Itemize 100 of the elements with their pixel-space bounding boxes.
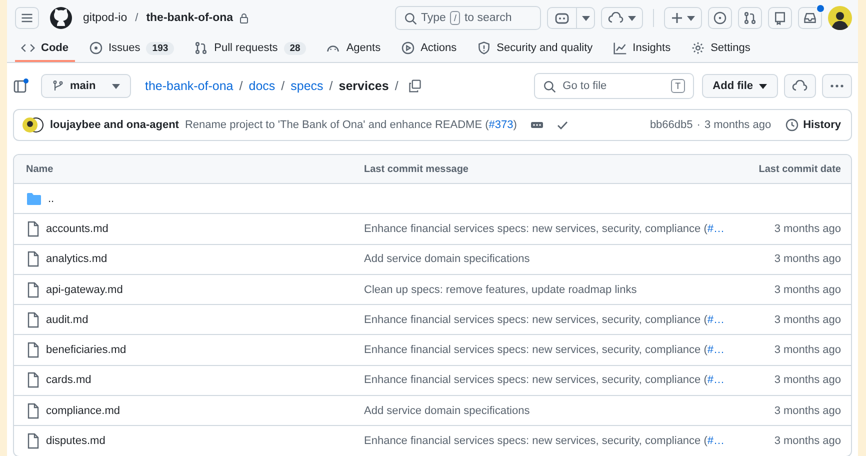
codespaces-button[interactable] (601, 7, 643, 29)
keyboard-shortcut: T (671, 79, 685, 93)
commit-message[interactable]: Add service domain specifications (364, 253, 530, 266)
file-icon (26, 312, 40, 328)
history-button[interactable]: History (785, 118, 841, 132)
book-icon (773, 11, 787, 25)
copilot-button[interactable] (547, 7, 577, 29)
file-icon (26, 372, 40, 388)
go-to-file-field[interactable]: Go to file T (534, 73, 694, 99)
breadcrumb-link[interactable]: the-bank-of-ona (145, 79, 234, 93)
play-icon (400, 41, 415, 55)
repo-tab[interactable]: Issues 193 (82, 36, 180, 62)
commit-date: 3 months ago (774, 374, 841, 386)
file-name[interactable]: api-gateway.md (46, 284, 123, 296)
pull-request-link[interactable]: #… (707, 314, 725, 326)
file-name[interactable]: .. (48, 192, 54, 205)
cloud-icon (608, 12, 624, 24)
commit-date: 3 months ago (774, 344, 841, 356)
file-name[interactable]: accounts.md (46, 222, 108, 235)
search-icon (542, 80, 556, 92)
issues-button[interactable] (708, 7, 732, 29)
menu-button[interactable] (15, 7, 39, 29)
path-separator: / (394, 79, 398, 93)
gear-icon (690, 41, 705, 55)
avatar-pair (22, 117, 44, 133)
breadcrumb-link[interactable]: docs (248, 79, 276, 93)
add-file-button[interactable]: Add file (702, 74, 778, 98)
file-name[interactable]: compliance.md (46, 404, 120, 417)
pull-request-link[interactable]: #… (707, 344, 725, 356)
commit-message: Rename project to 'The Bank of Ona' and enhance README (#373) (184, 119, 517, 131)
plus-icon (671, 12, 683, 24)
path-separator: / (239, 79, 243, 93)
file-icon (26, 402, 40, 419)
commit-date: 3 months ago (774, 435, 841, 448)
pull-request-link[interactable]: #… (707, 374, 725, 386)
breadcrumb-link[interactable]: specs (290, 79, 324, 93)
branch-button[interactable]: main (41, 74, 131, 98)
avatar[interactable] (828, 6, 852, 30)
keyboard-shortcut: / (450, 11, 460, 25)
pull-requests-button[interactable] (738, 7, 762, 29)
file-icon (26, 433, 40, 450)
commit-message[interactable]: Enhance financial services specs: new services, security, compliance (#… (364, 435, 725, 448)
commit-message[interactable]: Add service domain specifications (364, 404, 530, 417)
commit-message[interactable]: Clean up specs: remove features, update roadmap links (364, 284, 637, 296)
pull-request-link[interactable]: #… (707, 435, 725, 448)
search-field[interactable]: Type / to search (395, 6, 541, 30)
commit-authors[interactable]: loujaybee and ona-agent (50, 119, 179, 131)
cloud-icon (792, 80, 808, 92)
create-button[interactable] (664, 7, 702, 29)
file-name[interactable]: audit.md (46, 314, 88, 326)
file-icon (26, 251, 40, 268)
pull-request-link[interactable]: #373 (488, 119, 514, 131)
file-name[interactable]: disputes.md (46, 435, 106, 448)
repo-tab[interactable]: Settings (684, 36, 756, 62)
dropdown-button[interactable] (577, 7, 595, 29)
shield-icon (476, 41, 491, 55)
file-name[interactable]: analytics.md (46, 253, 108, 266)
commit-age: 3 months ago (704, 119, 772, 131)
graph-icon (612, 41, 627, 55)
commit-message[interactable]: Enhance financial services specs: new services, security, compliance (#… (364, 374, 725, 386)
caret-icon (112, 84, 120, 88)
pull-request-link[interactable]: #… (707, 222, 725, 235)
separator-dot: · (696, 119, 700, 131)
commit-message[interactable]: Enhance financial services specs: new services, security, compliance (#… (364, 222, 725, 235)
menu-icon (20, 11, 34, 25)
upload-button[interactable] (784, 74, 816, 98)
file-name[interactable]: beneficiaries.md (46, 344, 126, 356)
caret-icon (687, 16, 695, 20)
commit-message[interactable]: Enhance financial services specs: new services, security, compliance (#… (364, 344, 725, 356)
caret-icon (628, 16, 636, 20)
issue-icon (88, 41, 102, 55)
commit-date: 3 months ago (774, 404, 841, 417)
folder-icon (26, 192, 42, 206)
repo-tab[interactable]: Security and quality (470, 36, 599, 62)
path-separator: / (329, 79, 333, 93)
search-icon (404, 12, 417, 24)
inbox-button[interactable] (798, 7, 822, 29)
file-name[interactable]: cards.md (46, 374, 92, 386)
repo-link[interactable]: the-bank-of-ona (146, 12, 234, 24)
repo-tab[interactable]: Agents (320, 36, 387, 62)
repositories-button[interactable] (768, 7, 792, 29)
count-badge: 193 (146, 42, 174, 54)
octocat-logo-icon[interactable] (49, 6, 73, 30)
sidebar-toggle-icon[interactable] (13, 78, 29, 94)
repo-tab[interactable]: Actions (394, 36, 463, 62)
commit-sha[interactable]: bb66db5 (650, 119, 693, 131)
repo-tab[interactable]: Pull requests 28 (188, 36, 312, 62)
copilot-icon (554, 11, 570, 25)
commit-date: 3 months ago (774, 222, 841, 235)
copy-icon[interactable] (408, 79, 422, 93)
commit-date: 3 months ago (774, 284, 841, 296)
column-header: Last commit date (758, 164, 841, 174)
owner-link[interactable]: gitpod-io (83, 12, 128, 24)
file-icon (26, 342, 40, 358)
file-icon (26, 282, 40, 298)
commit-date: 3 months ago (774, 314, 841, 326)
commit-message[interactable]: Enhance financial services specs: new services, security, compliance (#… (364, 314, 725, 326)
caret-icon (759, 84, 767, 88)
repo-tab[interactable]: Code (15, 36, 74, 62)
repo-tab[interactable]: Insights (606, 36, 677, 62)
